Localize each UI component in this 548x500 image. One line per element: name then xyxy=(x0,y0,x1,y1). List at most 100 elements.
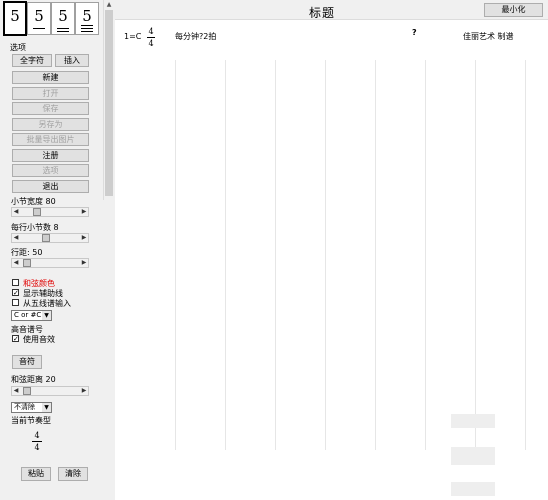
note-tab-label: 5 xyxy=(34,7,44,25)
save-as-button[interactable]: 另存为 xyxy=(12,118,89,131)
note-tab-sixteenth[interactable]: 5 xyxy=(51,2,75,35)
slider-left-arrow-icon[interactable]: ◀ xyxy=(12,387,20,395)
current-meter-bottom: 4 xyxy=(34,443,40,452)
fraction-bar xyxy=(32,441,42,442)
insert-button[interactable]: 插入 xyxy=(55,54,89,67)
score-title[interactable]: 标题 xyxy=(309,4,335,21)
placeholder-box xyxy=(451,447,495,465)
guide-line xyxy=(175,60,176,450)
panel-vertical-scrollbar[interactable]: ▲ xyxy=(103,0,113,200)
current-meter-label: 当前节奏型 xyxy=(11,416,51,425)
fullwidth-button[interactable]: 全字符 xyxy=(12,54,52,67)
line-spacing-text: 行距: xyxy=(11,248,30,257)
app-window: 5 5 5 5 ▲ 选项 全字符 插入 新建 打开 保存 另存为 批量导出图片 … xyxy=(0,0,548,500)
current-meter-fraction: 4 4 xyxy=(32,431,42,452)
chord-distance-text: 和弦距离 xyxy=(11,375,43,384)
staff-input-checkbox[interactable] xyxy=(12,299,19,306)
note-tab-thirty-second[interactable]: 5 xyxy=(75,2,99,35)
slider-left-arrow-icon[interactable]: ◀ xyxy=(12,259,20,267)
time-sig-bottom: 4 xyxy=(148,39,154,48)
show-aux-lines-checkbox[interactable]: ✓ xyxy=(12,289,19,297)
guide-line xyxy=(525,60,526,450)
note-tab-label: 5 xyxy=(58,7,68,25)
slider-thumb[interactable] xyxy=(23,259,31,267)
chord-color-checkbox[interactable] xyxy=(12,279,19,286)
note-type-tabs: 5 5 5 5 xyxy=(3,1,101,36)
left-panel: 5 5 5 5 ▲ 选项 全字符 插入 新建 打开 保存 另存为 批量导出图片 … xyxy=(0,0,114,500)
guide-line xyxy=(325,60,326,450)
note-tab-eighth[interactable]: 5 xyxy=(27,2,51,35)
score-canvas[interactable]: 标题 最小化 1=C 4 4 每分钟?2拍 ? 佳丽艺术 制谱 xyxy=(115,0,548,500)
key-select-value: C or #C xyxy=(14,311,42,319)
guide-line xyxy=(375,60,376,450)
tempo-text: 每分钟?2拍 xyxy=(175,32,217,41)
underline-mark xyxy=(33,28,45,29)
use-sound-label: 使用音效 xyxy=(23,335,55,344)
paste-button[interactable]: 粘贴 xyxy=(21,467,51,481)
bars-per-line-label: 每行小节数 8 xyxy=(11,222,59,233)
clear-button[interactable]: 清除 xyxy=(58,467,88,481)
staff-input-label: 从五线谱输入 xyxy=(23,299,71,308)
question-mark: ? xyxy=(412,28,417,37)
open-button[interactable]: 打开 xyxy=(12,87,89,100)
note-tab-quarter[interactable]: 5 xyxy=(3,1,27,36)
slider-thumb[interactable] xyxy=(42,234,50,242)
time-signature: 4 4 xyxy=(147,27,155,48)
slider-right-arrow-icon[interactable]: ▶ xyxy=(80,234,88,242)
bars-per-line-slider[interactable]: ◀ ▶ xyxy=(11,233,89,243)
slider-left-arrow-icon[interactable]: ◀ xyxy=(12,208,20,216)
underline-mark xyxy=(57,31,69,32)
slider-right-arrow-icon[interactable]: ▶ xyxy=(80,208,88,216)
underline-mark xyxy=(57,28,69,29)
line-spacing-label: 行距: 50 xyxy=(11,247,42,258)
clear-mode-select[interactable]: 不清除 ▼ xyxy=(11,402,52,413)
options-button[interactable]: 选项 xyxy=(12,164,89,177)
placeholder-box xyxy=(451,482,495,496)
note-button[interactable]: 音符 xyxy=(12,355,42,369)
underline-mark xyxy=(81,31,93,32)
slider-thumb[interactable] xyxy=(23,387,31,395)
underline-mark xyxy=(81,28,93,29)
guide-line xyxy=(425,60,426,450)
measure-width-label: 小节宽度 80 xyxy=(11,196,56,207)
bars-per-line-text: 每行小节数 xyxy=(11,223,51,232)
key-signature: 1=C xyxy=(124,32,142,41)
guide-line xyxy=(275,60,276,450)
chord-distance-slider[interactable]: ◀ ▶ xyxy=(11,386,89,396)
clear-mode-value: 不清除 xyxy=(14,403,35,411)
slider-right-arrow-icon[interactable]: ▶ xyxy=(80,387,88,395)
score-title-bar: 标题 最小化 xyxy=(115,0,548,20)
key-select[interactable]: C or #C ▼ xyxy=(11,310,52,321)
batch-export-button[interactable]: 批量导出图片 xyxy=(12,133,89,146)
scroll-up-arrow-icon[interactable]: ▲ xyxy=(104,0,114,10)
new-button[interactable]: 新建 xyxy=(12,71,89,84)
chord-distance-label: 和弦距离 20 xyxy=(11,374,56,385)
fraction-bar xyxy=(147,37,155,38)
note-tab-label: 5 xyxy=(82,7,92,25)
save-button[interactable]: 保存 xyxy=(12,102,89,115)
register-button[interactable]: 注册 xyxy=(12,149,89,162)
slider-right-arrow-icon[interactable]: ▶ xyxy=(80,259,88,267)
line-spacing-slider[interactable]: ◀ ▶ xyxy=(11,258,89,268)
chevron-down-icon[interactable]: ▼ xyxy=(42,311,51,320)
slider-left-arrow-icon[interactable]: ◀ xyxy=(12,234,20,242)
note-tab-label: 5 xyxy=(10,7,20,25)
minimize-button[interactable]: 最小化 xyxy=(484,3,543,17)
guide-line xyxy=(225,60,226,450)
underline-mark xyxy=(81,25,93,26)
scroll-thumb[interactable] xyxy=(105,10,113,196)
time-sig-top: 4 xyxy=(148,27,154,36)
measure-width-text: 小节宽度 xyxy=(11,197,43,206)
chord-distance-value: 20 xyxy=(45,375,56,384)
measure-width-slider[interactable]: ◀ ▶ xyxy=(11,207,89,217)
placeholder-box xyxy=(451,414,495,428)
chevron-down-icon[interactable]: ▼ xyxy=(42,403,51,412)
options-group-label: 选项 xyxy=(10,43,26,52)
bars-per-line-value: 8 xyxy=(53,223,59,232)
exit-button[interactable]: 退出 xyxy=(12,180,89,193)
slider-thumb[interactable] xyxy=(33,208,41,216)
measure-width-value: 80 xyxy=(45,197,56,206)
current-meter-top: 4 xyxy=(34,431,40,440)
line-spacing-value: 50 xyxy=(32,248,43,257)
use-sound-checkbox[interactable]: ✓ xyxy=(12,335,19,343)
